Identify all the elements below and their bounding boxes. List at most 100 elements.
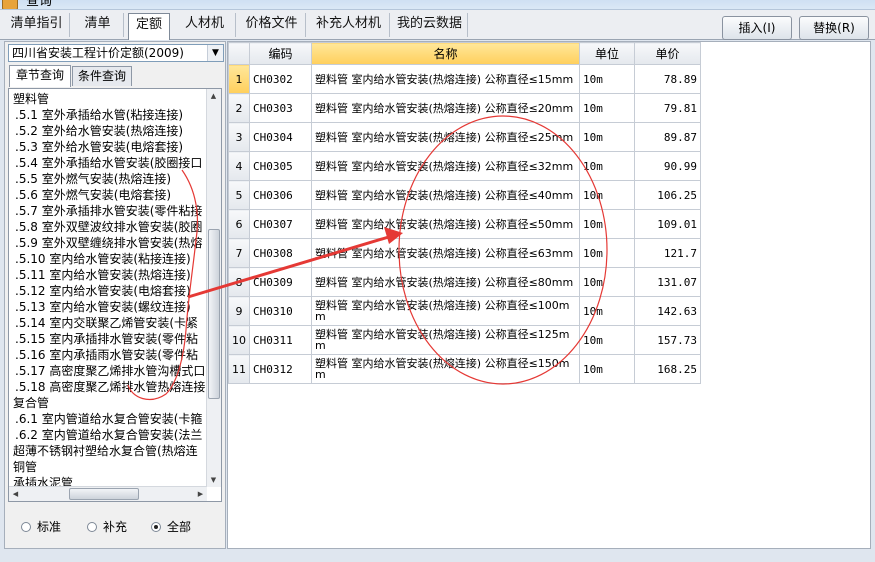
- tree-item[interactable]: .5.4 室外承插给水管安装(胶圈接口: [15, 155, 205, 171]
- tree-item[interactable]: .5.18 高密度聚乙烯排水管热熔连接: [15, 379, 205, 395]
- cell-unit[interactable]: 10m: [579, 93, 635, 123]
- tree-vertical-scroll-thumb[interactable]: [208, 229, 220, 399]
- subtab-condition-query[interactable]: 条件查询: [72, 66, 132, 86]
- tree-vertical-scrollbar[interactable]: ▲ ▼: [206, 89, 221, 487]
- table-row[interactable]: 7 CH0308 塑料管 室内给水管安装(热熔连接) 公称直径≤63mm 10m…: [228, 238, 701, 268]
- cell-unit[interactable]: 10m: [579, 209, 635, 239]
- cell-code[interactable]: CH0312: [249, 354, 312, 384]
- cell-code[interactable]: CH0308: [249, 238, 312, 268]
- cell-unit[interactable]: 10m: [579, 296, 635, 326]
- cell-code[interactable]: CH0304: [249, 122, 312, 152]
- cell-code[interactable]: CH0303: [249, 93, 312, 123]
- tab-quota[interactable]: 定额: [128, 13, 170, 40]
- tab-bill[interactable]: 清单: [72, 13, 124, 37]
- cell-price[interactable]: 78.89: [634, 64, 701, 94]
- cell-price[interactable]: 89.87: [634, 122, 701, 152]
- cell-code[interactable]: CH0309: [249, 267, 312, 297]
- cell-price[interactable]: 79.81: [634, 93, 701, 123]
- cell-price[interactable]: 121.7: [634, 238, 701, 268]
- scroll-left-icon[interactable]: ◀: [9, 487, 22, 501]
- cell-unit[interactable]: 10m: [579, 122, 635, 152]
- cell-price[interactable]: 131.07: [634, 267, 701, 297]
- tree-horizontal-scroll-thumb[interactable]: [69, 488, 139, 500]
- cell-price[interactable]: 106.25: [634, 180, 701, 210]
- tree-item[interactable]: .5.17 高密度聚乙烯排水管沟槽式口: [15, 363, 205, 379]
- table-row[interactable]: 11 CH0312 塑料管 室内给水管安装(热熔连接) 公称直径≤150mm 1…: [228, 354, 701, 384]
- cell-code[interactable]: CH0307: [249, 209, 312, 239]
- header-name[interactable]: 名称: [311, 42, 580, 65]
- tab-price-file[interactable]: 价格文件: [238, 13, 306, 37]
- cell-code[interactable]: CH0302: [249, 64, 312, 94]
- tab-bill-guide[interactable]: 清单指引: [4, 13, 70, 37]
- cell-price[interactable]: 142.63: [634, 296, 701, 326]
- insert-button[interactable]: 插入(I): [722, 16, 792, 40]
- header-unit[interactable]: 单位: [579, 42, 635, 65]
- cell-name[interactable]: 塑料管 室内给水管安装(热熔连接) 公称直径≤15mm: [311, 64, 580, 94]
- cell-name[interactable]: 塑料管 室内给水管安装(热熔连接) 公称直径≤63mm: [311, 238, 580, 268]
- chapter-tree[interactable]: 塑料管 .5.1 室外承插给水管(粘接连接) .5.2 室外给水管安装(热熔连接…: [8, 88, 222, 502]
- tree-item[interactable]: .5.13 室内给水管安装(螺纹连接): [15, 299, 205, 315]
- cell-code[interactable]: CH0305: [249, 151, 312, 181]
- library-select[interactable]: 四川省安装工程计价定额(2009) ▼: [8, 44, 224, 62]
- tree-item[interactable]: 铜管: [13, 459, 203, 475]
- cell-price[interactable]: 90.99: [634, 151, 701, 181]
- cell-name[interactable]: 塑料管 室内给水管安装(热熔连接) 公称直径≤20mm: [311, 93, 580, 123]
- cell-name[interactable]: 塑料管 室内给水管安装(热熔连接) 公称直径≤40mm: [311, 180, 580, 210]
- cell-unit[interactable]: 10m: [579, 180, 635, 210]
- cell-price[interactable]: 157.73: [634, 325, 701, 355]
- tree-item[interactable]: 复合管: [13, 395, 203, 411]
- table-row[interactable]: 3 CH0304 塑料管 室内给水管安装(热熔连接) 公称直径≤25mm 10m…: [228, 122, 701, 152]
- tree-horizontal-scrollbar[interactable]: ◀ ▶: [9, 486, 207, 501]
- cell-unit[interactable]: 10m: [579, 325, 635, 355]
- tree-item[interactable]: .5.5 室外燃气安装(热熔连接): [15, 171, 205, 187]
- table-row[interactable]: 5 CH0306 塑料管 室内给水管安装(热熔连接) 公称直径≤40mm 10m…: [228, 180, 701, 210]
- cell-unit[interactable]: 10m: [579, 354, 635, 384]
- tree-item[interactable]: .5.8 室外双壁波纹排水管安装(胶圈: [15, 219, 205, 235]
- table-row[interactable]: 6 CH0307 塑料管 室内给水管安装(热熔连接) 公称直径≤50mm 10m…: [228, 209, 701, 239]
- table-row-selected[interactable]: 1 CH0302 塑料管 室内给水管安装(热熔连接) 公称直径≤15mm 10m…: [228, 64, 701, 94]
- cell-unit[interactable]: 10m: [579, 64, 635, 94]
- tree-item[interactable]: .5.12 室内给水管安装(电熔套接): [15, 283, 205, 299]
- cell-name[interactable]: 塑料管 室内给水管安装(热熔连接) 公称直径≤100mm: [311, 296, 580, 326]
- cell-code[interactable]: CH0306: [249, 180, 312, 210]
- cell-code[interactable]: CH0311: [249, 325, 312, 355]
- cell-code[interactable]: CH0310: [249, 296, 312, 326]
- scroll-right-icon[interactable]: ▶: [194, 487, 207, 501]
- tree-item[interactable]: .5.16 室内承插雨水管安装(零件粘: [15, 347, 205, 363]
- table-row[interactable]: 9 CH0310 塑料管 室内给水管安装(热熔连接) 公称直径≤100mm 10…: [228, 296, 701, 326]
- tree-item[interactable]: .5.3 室外给水管安装(电熔套接): [15, 139, 205, 155]
- replace-button[interactable]: 替换(R): [799, 16, 869, 40]
- cell-unit[interactable]: 10m: [579, 151, 635, 181]
- cell-name[interactable]: 塑料管 室内给水管安装(热熔连接) 公称直径≤150mm: [311, 354, 580, 384]
- cell-name[interactable]: 塑料管 室内给水管安装(热熔连接) 公称直径≤32mm: [311, 151, 580, 181]
- tree-item[interactable]: 超薄不锈钢衬塑给水复合管(热熔连: [13, 443, 203, 459]
- tree-item[interactable]: .5.2 室外给水管安装(热熔连接): [15, 123, 205, 139]
- chevron-down-icon[interactable]: ▼: [207, 45, 223, 61]
- tab-labor-material-machine[interactable]: 人材机: [174, 13, 236, 37]
- scroll-up-icon[interactable]: ▲: [207, 89, 220, 103]
- cell-unit[interactable]: 10m: [579, 267, 635, 297]
- tree-item[interactable]: 塑料管: [13, 91, 203, 107]
- tree-item[interactable]: .5.9 室外双壁缠绕排水管安装(热熔: [15, 235, 205, 251]
- radio-supplementary[interactable]: 补充: [87, 518, 127, 536]
- cell-name[interactable]: 塑料管 室内给水管安装(热熔连接) 公称直径≤80mm: [311, 267, 580, 297]
- tree-item[interactable]: .5.1 室外承插给水管(粘接连接): [15, 107, 205, 123]
- tree-item[interactable]: .6.2 室内管道给水复合管安装(法兰: [15, 427, 205, 443]
- cell-name[interactable]: 塑料管 室内给水管安装(热熔连接) 公称直径≤125mm: [311, 325, 580, 355]
- tab-supplementary-materials[interactable]: 补充人材机: [308, 13, 390, 37]
- header-price[interactable]: 单价: [634, 42, 701, 65]
- cell-name[interactable]: 塑料管 室内给水管安装(热熔连接) 公称直径≤25mm: [311, 122, 580, 152]
- subtab-chapter-query[interactable]: 章节查询: [9, 65, 71, 87]
- cell-unit[interactable]: 10m: [579, 238, 635, 268]
- header-code[interactable]: 编码: [249, 42, 312, 65]
- tree-item[interactable]: .5.14 室内交联聚乙烯管安装(卡紧: [15, 315, 205, 331]
- cell-name[interactable]: 塑料管 室内给水管安装(热熔连接) 公称直径≤50mm: [311, 209, 580, 239]
- table-row[interactable]: 10 CH0311 塑料管 室内给水管安装(热熔连接) 公称直径≤125mm 1…: [228, 325, 701, 355]
- tree-item[interactable]: .5.15 室内承插排水管安装(零件粘: [15, 331, 205, 347]
- radio-all[interactable]: 全部: [151, 518, 191, 536]
- tree-item-selected[interactable]: .5.11 室内给水管安装(热熔连接): [15, 267, 205, 283]
- tree-item[interactable]: .5.7 室外承插排水管安装(零件粘接: [15, 203, 205, 219]
- tree-item[interactable]: .5.10 室内给水管安装(粘接连接): [15, 251, 205, 267]
- table-row[interactable]: 8 CH0309 塑料管 室内给水管安装(热熔连接) 公称直径≤80mm 10m…: [228, 267, 701, 297]
- cell-price[interactable]: 168.25: [634, 354, 701, 384]
